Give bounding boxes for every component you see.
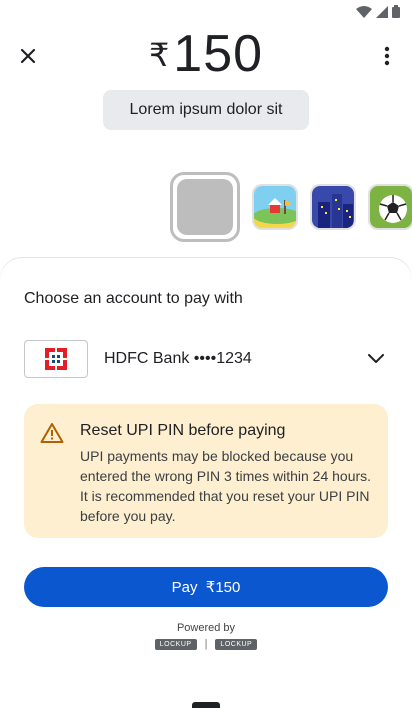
city-night-sticker[interactable] [310,184,356,230]
signal-icon [376,5,388,23]
reset-pin-warning: Reset UPI PIN before paying UPI payments… [24,404,388,538]
sticker-picker [170,172,412,242]
pay-button[interactable]: Pay ₹150 [24,567,388,607]
more-vert-icon [384,46,390,71]
pay-button-label: Pay ₹150 [171,579,241,596]
warning-body: UPI payments may be blocked because you … [80,448,372,524]
payment-sheet: Choose an account to pay with HDFC Bank … [0,258,412,668]
currency-symbol: ₹ [148,37,170,73]
battery-icon [392,5,400,23]
amount-value: 150 [173,25,264,83]
partner-lockup: LOCKUP [215,638,258,650]
beach-house-sticker[interactable] [252,184,298,230]
payment-note-chip[interactable]: Lorem ipsum dolor sit [103,90,309,130]
bank-account-label: HDFC Bank ••••1234 [104,350,252,367]
home-button[interactable] [192,702,220,708]
back-icon[interactable] [88,702,96,708]
powered-by-text: Powered by [176,622,236,634]
chevron-down-icon[interactable] [364,347,388,371]
blank-sticker[interactable] [170,172,240,242]
more-options-button[interactable] [378,44,396,72]
payment-amount: ₹150 [0,24,412,84]
payment-note: Lorem ipsum dolor sit [129,101,283,118]
partner-lockup: LOCKUP [154,638,197,650]
status-bar [0,0,412,24]
sheet-title: Choose an account to pay with [24,290,243,307]
account-selector[interactable]: HDFC Bank ••••1234 [24,340,388,378]
system-nav-bar [0,668,412,708]
warning-icon [40,422,64,449]
warning-title: Reset UPI PIN before paying [80,422,286,439]
hdfc-logo [24,340,88,378]
powered-by-lockups: LOCKUP | LOCKUP [0,638,412,650]
soccer-ball-sticker[interactable] [368,184,412,230]
wifi-icon [356,5,372,23]
lockup-separator: | [204,638,208,650]
